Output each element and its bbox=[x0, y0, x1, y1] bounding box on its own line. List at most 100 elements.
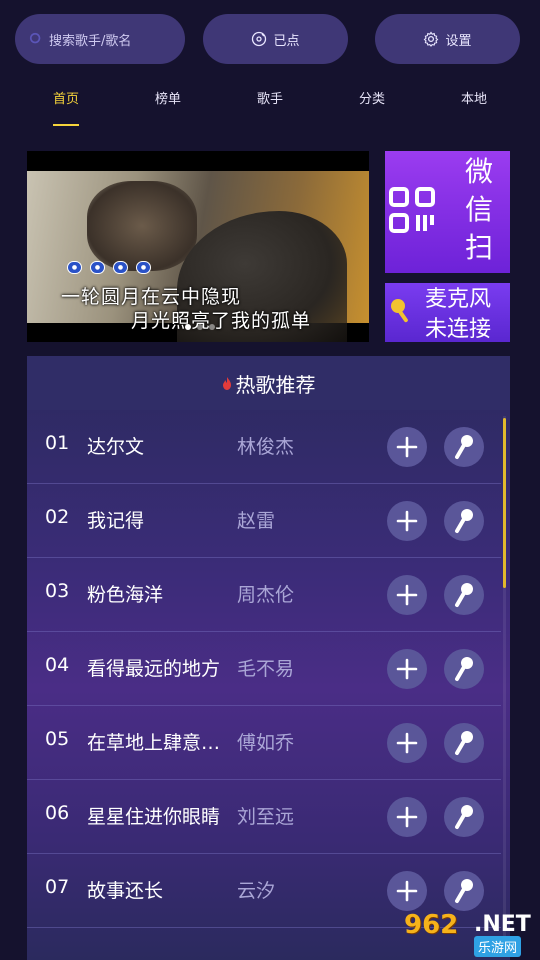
microphone-icon bbox=[455, 805, 473, 829]
search-input[interactable]: 搜索歌手/歌名 bbox=[15, 14, 185, 64]
queued-label: 已点 bbox=[273, 33, 300, 49]
song-artist: 毛不易 bbox=[237, 658, 295, 680]
lyric-line-2: 月光照亮了我的孤单 bbox=[131, 310, 312, 332]
sing-song-button[interactable] bbox=[444, 575, 484, 615]
sing-song-button[interactable] bbox=[444, 649, 484, 689]
tab-categories[interactable]: 分类 bbox=[342, 88, 402, 107]
settings-label: 设置 bbox=[445, 33, 472, 49]
nav-tabs: 首页 榜单 歌手 分类 本地 bbox=[0, 88, 540, 128]
song-rank: 01 bbox=[45, 432, 70, 454]
song-artist: 赵雷 bbox=[237, 510, 276, 532]
sing-song-button[interactable] bbox=[444, 501, 484, 541]
song-title: 达尔文 bbox=[87, 436, 145, 458]
qr-code-icon bbox=[389, 187, 435, 233]
countdown-dot: ● bbox=[136, 261, 151, 274]
microphone-icon bbox=[455, 879, 473, 903]
song-artist: 傅如乔 bbox=[237, 732, 295, 754]
song-title: 我记得 bbox=[87, 510, 145, 532]
add-song-button[interactable] bbox=[387, 871, 427, 911]
carousel-dot bbox=[185, 324, 191, 330]
add-song-button[interactable] bbox=[387, 649, 427, 689]
song-rank: 05 bbox=[45, 728, 70, 750]
countdown-dot: ● bbox=[90, 261, 105, 274]
lyric-countdown-dots: ● ● ● ● bbox=[67, 261, 151, 274]
plus-icon bbox=[396, 658, 418, 680]
song-rank: 02 bbox=[45, 506, 70, 528]
carousel-dot bbox=[197, 324, 203, 330]
microphone-icon bbox=[455, 435, 473, 459]
flame-icon bbox=[222, 376, 231, 390]
hot-songs-panel: 热歌推荐 01 达尔文 林俊杰 02 我记得 赵雷 03 粉色海洋 周杰伦 04 看得最远的地方 毛不… bbox=[27, 356, 510, 960]
song-title: 故事还长 bbox=[87, 880, 164, 902]
song-title: 看得最远的地方 bbox=[87, 658, 221, 680]
hot-songs-header: 热歌推荐 bbox=[27, 356, 510, 410]
video-player[interactable]: ● ● ● ● 一轮圆月在云中隐现 月光照亮了我的孤单 bbox=[27, 151, 369, 342]
gear-icon bbox=[424, 31, 439, 47]
tab-singers[interactable]: 歌手 bbox=[240, 88, 300, 107]
song-row[interactable]: 06 星星住进你眼睛 刘至远 bbox=[27, 780, 501, 854]
song-artist: 云汐 bbox=[237, 880, 276, 902]
plus-icon bbox=[396, 436, 418, 458]
microphone-icon bbox=[391, 299, 408, 323]
song-title: 在草地上肆意奔跑 bbox=[87, 732, 229, 754]
microphone-icon bbox=[455, 583, 473, 607]
top-bar: 搜索歌手/歌名 已点 设置 bbox=[0, 14, 540, 64]
song-rank: 06 bbox=[45, 802, 70, 824]
hot-songs-title: 热歌推荐 bbox=[235, 372, 316, 397]
sing-song-button[interactable] bbox=[444, 871, 484, 911]
song-artist: 林俊杰 bbox=[237, 436, 295, 458]
song-row[interactable]: 03 粉色海洋 周杰伦 bbox=[27, 558, 501, 632]
sing-song-button[interactable] bbox=[444, 797, 484, 837]
plus-icon bbox=[396, 732, 418, 754]
sing-song-button[interactable] bbox=[444, 723, 484, 763]
song-title: 星星住进你眼睛 bbox=[87, 806, 221, 828]
watermark-number: 962 bbox=[404, 910, 459, 940]
song-row[interactable]: 01 达尔文 林俊杰 bbox=[27, 410, 501, 484]
queued-songs-button[interactable]: 已点 bbox=[203, 14, 348, 64]
scrollbar-thumb[interactable] bbox=[503, 418, 506, 588]
carousel-dot bbox=[209, 324, 215, 330]
settings-button[interactable]: 设置 bbox=[375, 14, 520, 64]
lyric-line-1: 一轮圆月在云中隐现 bbox=[61, 286, 242, 308]
microphone-icon bbox=[455, 731, 473, 755]
plus-icon bbox=[396, 510, 418, 532]
song-row[interactable]: 04 看得最远的地方 毛不易 bbox=[27, 632, 501, 706]
microphone-status-label: 麦克风未连接 bbox=[425, 287, 492, 342]
sing-song-button[interactable] bbox=[444, 427, 484, 467]
add-song-button[interactable] bbox=[387, 797, 427, 837]
tab-local[interactable]: 本地 bbox=[444, 88, 504, 107]
video-scene-face bbox=[87, 181, 197, 271]
song-rank: 03 bbox=[45, 580, 70, 602]
plus-icon bbox=[396, 806, 418, 828]
active-tab-indicator bbox=[53, 124, 79, 126]
countdown-dot: ● bbox=[113, 261, 128, 274]
tab-charts[interactable]: 榜单 bbox=[138, 88, 198, 107]
plus-icon bbox=[396, 880, 418, 902]
countdown-dot: ● bbox=[67, 261, 82, 274]
disc-icon bbox=[252, 31, 267, 47]
microphone-icon bbox=[455, 657, 473, 681]
carousel-indicator bbox=[185, 324, 215, 330]
watermark-cn: 乐游网 bbox=[474, 936, 522, 957]
microphone-icon bbox=[455, 509, 473, 533]
song-rank: 07 bbox=[45, 876, 70, 898]
add-song-button[interactable] bbox=[387, 427, 427, 467]
song-artist: 周杰伦 bbox=[237, 584, 295, 606]
song-row[interactable]: 02 我记得 赵雷 bbox=[27, 484, 501, 558]
wechat-scan-card[interactable]: 微信扫 bbox=[385, 151, 510, 273]
add-song-button[interactable] bbox=[387, 723, 427, 763]
song-artist: 刘至远 bbox=[237, 806, 295, 828]
watermark-suffix: .NET bbox=[474, 912, 531, 937]
add-song-button[interactable] bbox=[387, 575, 427, 615]
plus-icon bbox=[396, 584, 418, 606]
song-row[interactable]: 05 在草地上肆意奔跑 傅如乔 bbox=[27, 706, 501, 780]
add-song-button[interactable] bbox=[387, 501, 427, 541]
microphone-status-card[interactable]: 麦克风未连接 bbox=[385, 283, 510, 342]
site-watermark: 962 .NET 乐游网 bbox=[400, 908, 534, 957]
tab-home[interactable]: 首页 bbox=[36, 88, 96, 107]
song-rank: 04 bbox=[45, 654, 70, 676]
search-icon bbox=[29, 32, 41, 44]
wechat-scan-label: 微信扫 bbox=[465, 155, 494, 264]
search-placeholder: 搜索歌手/歌名 bbox=[49, 33, 132, 49]
song-title: 粉色海洋 bbox=[87, 584, 164, 606]
